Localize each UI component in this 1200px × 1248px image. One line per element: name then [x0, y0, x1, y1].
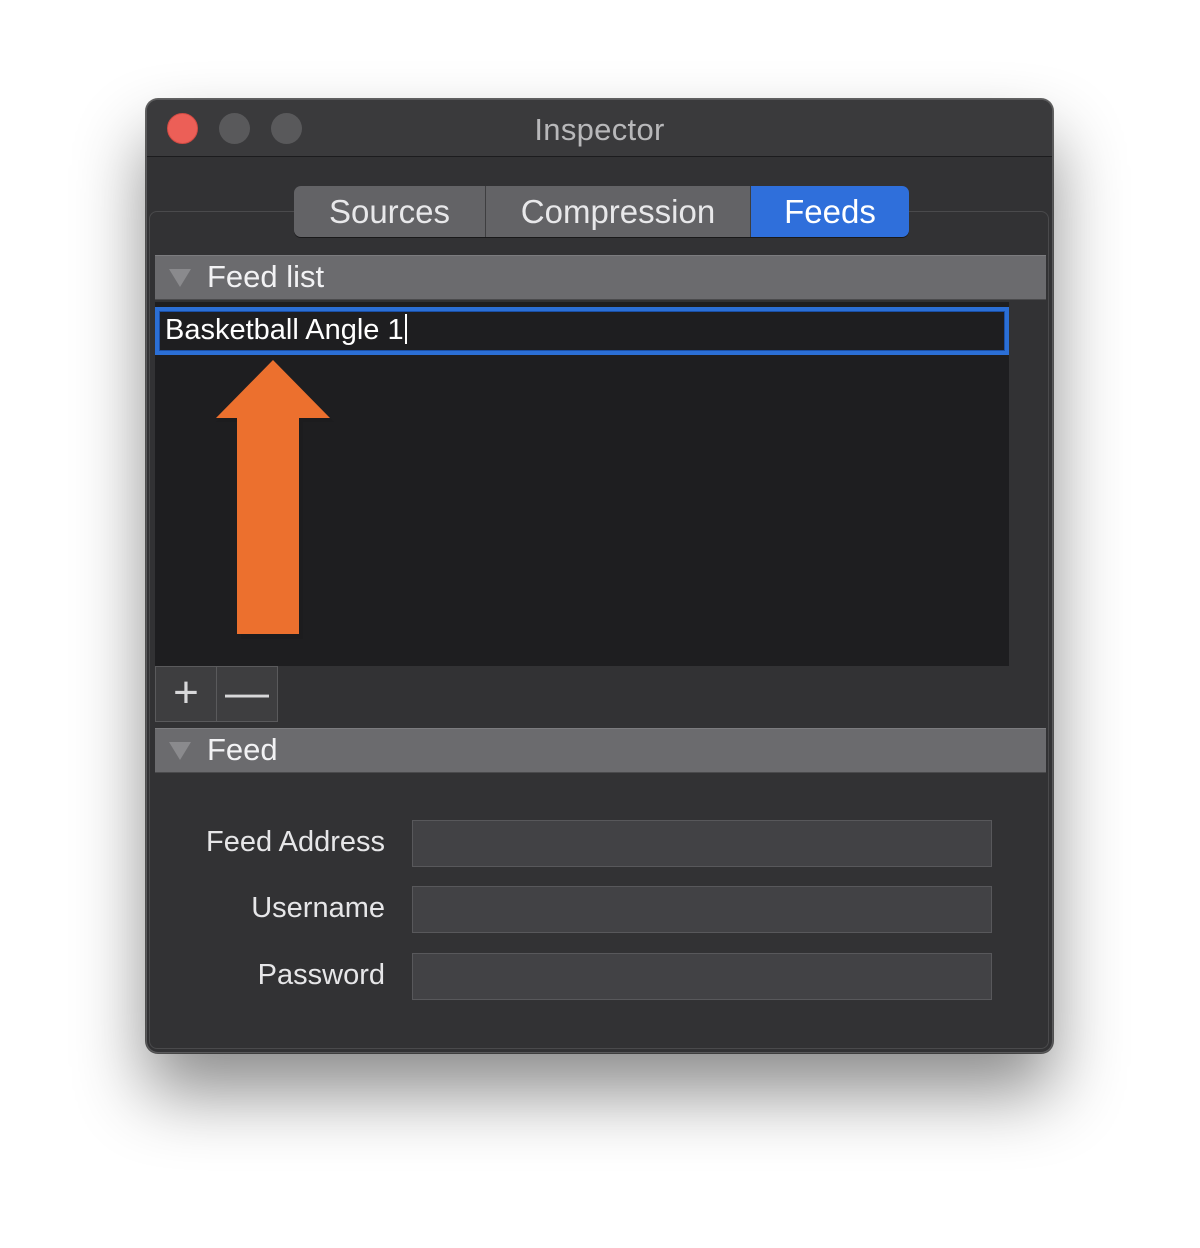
list-item-editor[interactable]: Basketball Angle 1 [155, 307, 1009, 355]
username-row: Username [147, 886, 1047, 934]
feed-address-label: Feed Address [206, 826, 385, 858]
up-arrow-icon [216, 360, 334, 639]
tab-bar: Sources Compression Feeds [294, 186, 909, 237]
disclosure-triangle-icon[interactable] [169, 269, 191, 287]
username-label: Username [251, 892, 385, 924]
tab-sources[interactable]: Sources [294, 186, 486, 237]
screenshot-stage: Inspector Sources Compression Feeds Feed… [0, 0, 1200, 1248]
text-caret [404, 314, 407, 344]
list-item-text: Basketball Angle 1 [165, 314, 404, 346]
feed-list-header-label: Feed list [207, 259, 325, 294]
password-row: Password [147, 953, 1047, 1001]
window-title: Inspector [534, 112, 665, 147]
inspector-window: Inspector Sources Compression Feeds Feed… [146, 99, 1053, 1053]
password-input[interactable] [412, 953, 992, 1000]
add-feed-button[interactable]: + [156, 667, 217, 721]
feed-section-header[interactable]: Feed [155, 728, 1046, 773]
password-label: Password [257, 959, 385, 991]
feed-list-section-header[interactable]: Feed list [155, 255, 1046, 300]
list-button-group: + — [155, 666, 278, 722]
feed-address-input[interactable] [412, 820, 992, 867]
remove-feed-button[interactable]: — [217, 667, 277, 721]
feed-address-row: Feed Address [147, 820, 1047, 868]
disclosure-triangle-icon[interactable] [169, 742, 191, 760]
tab-feeds[interactable]: Feeds [751, 186, 909, 237]
feed-header-label: Feed [207, 732, 278, 767]
list-item-edit-value[interactable]: Basketball Angle 1 [165, 314, 407, 347]
username-input[interactable] [412, 886, 992, 933]
tab-compression[interactable]: Compression [486, 186, 751, 237]
title-bar[interactable]: Inspector [147, 100, 1052, 157]
